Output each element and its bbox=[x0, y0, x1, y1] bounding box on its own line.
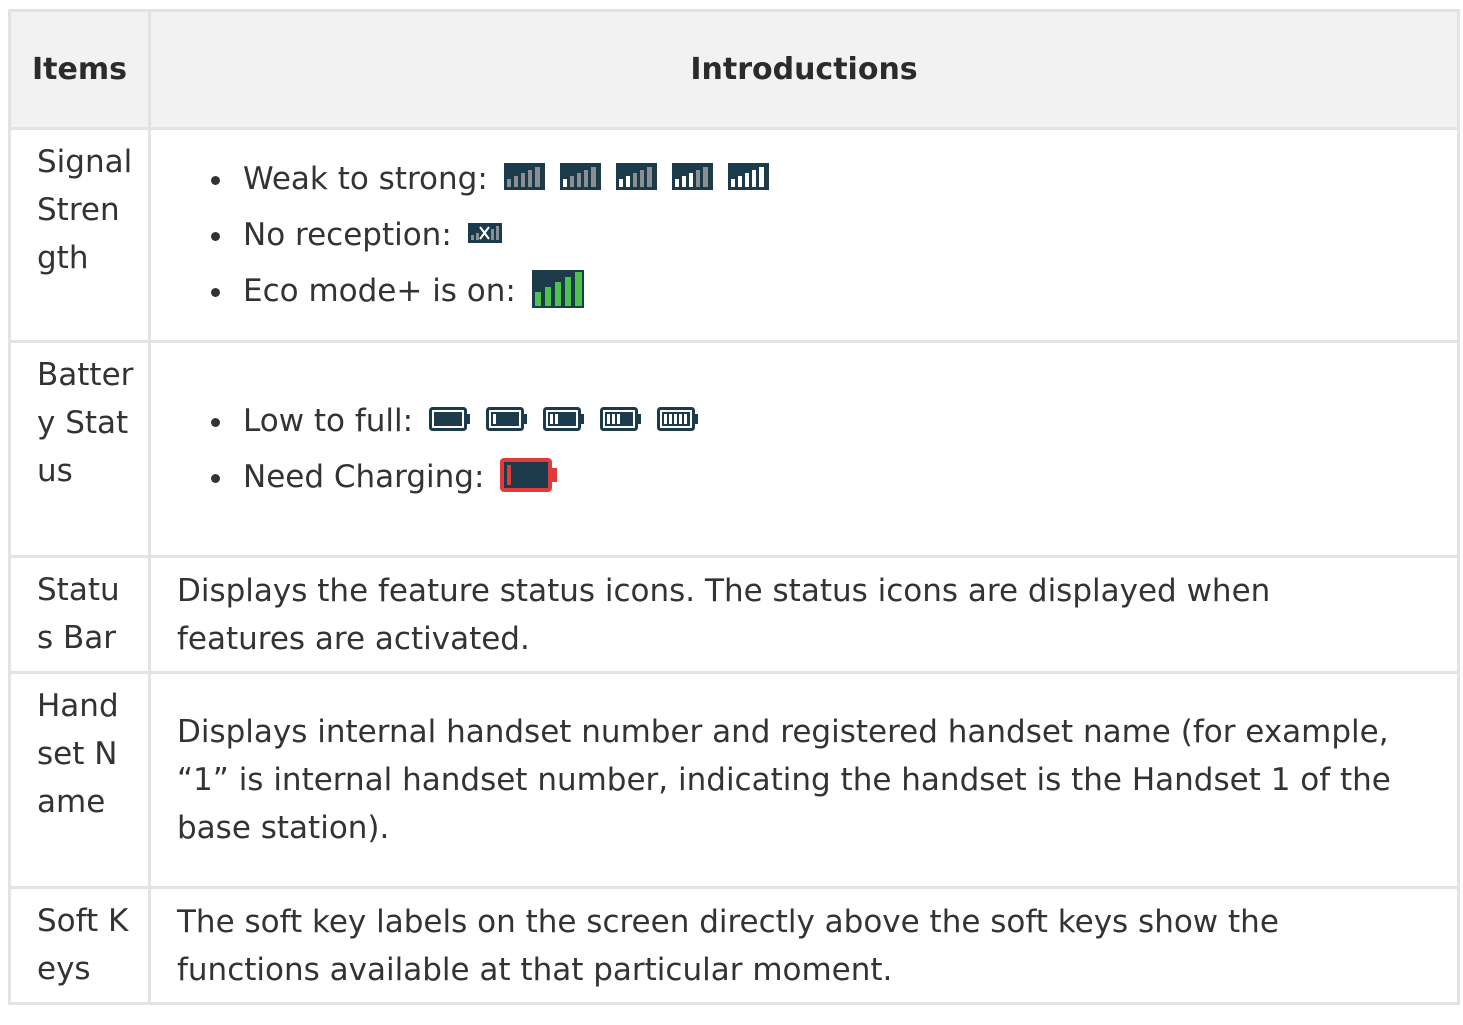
signal-icons bbox=[503, 163, 769, 190]
table-row-battery-status: Battery Status Low to full: Need Chargin… bbox=[8, 340, 1460, 558]
list-item-weak-to-strong: Weak to strong: bbox=[211, 151, 1397, 207]
list-item-need-charging: Need Charging: bbox=[211, 449, 1397, 505]
header-introductions: Introductions bbox=[148, 9, 1460, 130]
table-header-row: Items Introductions bbox=[8, 9, 1460, 130]
list-item-low-to-full: Low to full: bbox=[211, 393, 1397, 449]
battery-4-icon bbox=[656, 406, 699, 431]
battery-icons bbox=[428, 406, 699, 431]
battery-1-icon bbox=[485, 406, 528, 431]
low-to-full-label: Low to full: bbox=[243, 403, 414, 439]
eco-mode-label: Eco mode+ is on: bbox=[243, 273, 516, 309]
status-icons-table: Items Introductions Signal Strength Weak… bbox=[8, 9, 1460, 1005]
table-row-handset-name: Handset Name Displays internal handset n… bbox=[8, 671, 1460, 889]
intro-signal-strength: Weak to strong: No reception: Eco mode+ … bbox=[148, 127, 1460, 343]
battery-3-icon bbox=[599, 406, 642, 431]
item-signal-strength: Signal Strength bbox=[8, 127, 151, 343]
table-row-signal-strength: Signal Strength Weak to strong: No recep… bbox=[8, 127, 1460, 343]
item-handset-name: Handset Name bbox=[8, 671, 151, 889]
signal-1-icon bbox=[559, 163, 601, 190]
battery-0-icon bbox=[428, 406, 471, 431]
header-items: Items bbox=[8, 9, 151, 130]
battery-2-icon bbox=[542, 406, 585, 431]
item-status-bar: Status Bar bbox=[8, 555, 151, 674]
item-battery-status: Battery Status bbox=[8, 340, 151, 558]
signal-2-icon bbox=[615, 163, 657, 190]
battery-empty-icon bbox=[500, 457, 558, 492]
eco-signal-icon bbox=[531, 269, 584, 308]
signal-list: Weak to strong: No reception: Eco mode+ … bbox=[177, 151, 1397, 319]
intro-status-bar: Displays the feature status icons. The s… bbox=[148, 555, 1460, 674]
no-reception-label: No reception: bbox=[243, 217, 452, 253]
list-item-eco-mode: Eco mode+ is on: bbox=[211, 263, 1397, 319]
no-reception-icon bbox=[467, 222, 502, 243]
item-soft-keys: Soft Keys bbox=[8, 886, 151, 1005]
weak-to-strong-label: Weak to strong: bbox=[243, 161, 488, 197]
table-row-soft-keys: Soft Keys The soft key labels on the scr… bbox=[8, 886, 1460, 1005]
signal-4-icon bbox=[727, 163, 769, 190]
battery-list: Low to full: Need Charging: bbox=[177, 393, 1397, 505]
intro-battery-status: Low to full: Need Charging: bbox=[148, 340, 1460, 558]
intro-handset-name: Displays internal handset number and reg… bbox=[148, 671, 1460, 889]
no-reception-icons bbox=[467, 222, 502, 243]
signal-0-icon bbox=[503, 163, 545, 190]
need-charging-icons bbox=[500, 457, 558, 492]
list-item-no-reception: No reception: bbox=[211, 207, 1397, 263]
signal-3-icon bbox=[671, 163, 713, 190]
table-row-status-bar: Status Bar Displays the feature status i… bbox=[8, 555, 1460, 674]
need-charging-label: Need Charging: bbox=[243, 459, 485, 495]
eco-mode-icons bbox=[531, 269, 584, 308]
intro-soft-keys: The soft key labels on the screen direct… bbox=[148, 886, 1460, 1005]
